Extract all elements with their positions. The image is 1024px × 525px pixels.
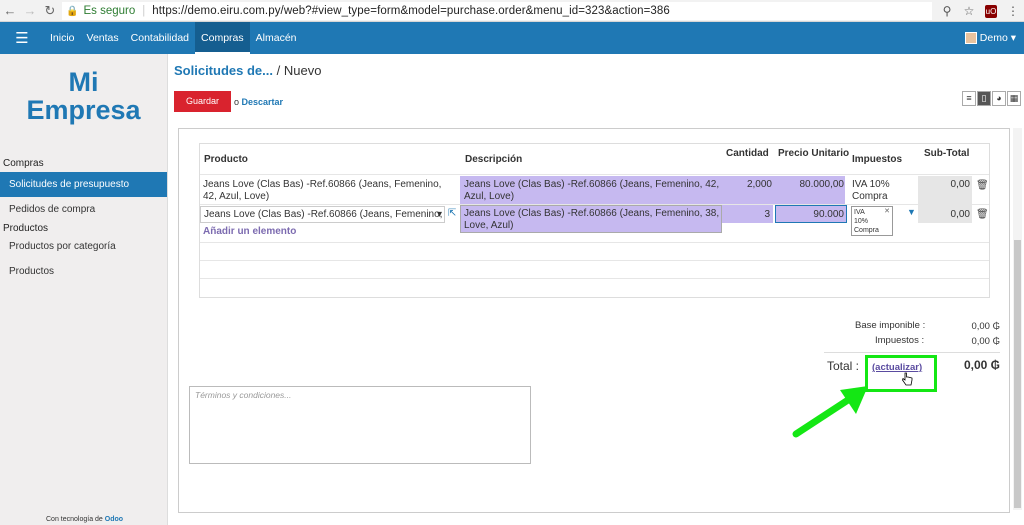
sidebar-item-productos[interactable]: Productos	[0, 259, 167, 284]
col-descripcion[interactable]: Descripción	[465, 154, 522, 165]
powered-brand[interactable]: Odoo	[105, 516, 123, 523]
row2-quantity: 3	[764, 209, 770, 220]
add-item-link[interactable]: Añadir un elemento	[203, 226, 296, 237]
lock-icon: 🔒	[66, 5, 79, 17]
total-label: Total :	[827, 359, 860, 373]
row1-unit-price[interactable]: 80.000,00	[775, 179, 845, 191]
or-label: o	[234, 97, 240, 107]
star-icon[interactable]: ☆	[958, 4, 980, 18]
row2-product-caret-icon[interactable]: ▾	[437, 209, 442, 221]
browser-toolbar: ← → ↻ 🔒 Es seguro | https://demo.eiru.co…	[0, 0, 1024, 22]
empty-row-line	[200, 242, 989, 243]
sidebar-item-pedidos[interactable]: Pedidos de compra	[0, 197, 167, 222]
remove-tag-icon[interactable]: ✕	[884, 207, 890, 216]
powered-prefix: Con tecnología de	[46, 516, 103, 523]
secure-label: Es seguro	[83, 5, 136, 17]
base-label: Base imponible :	[855, 320, 926, 331]
tax-dropdown-caret-icon[interactable]: ▼	[907, 207, 916, 217]
tax-value: 0,00 ₲	[971, 336, 1000, 347]
total-value: 0,00 ₲	[963, 358, 1000, 372]
user-name: Demo	[979, 32, 1008, 44]
row1-product[interactable]: Jeans Love (Clas Bas) -Ref.60866 (Jeans,…	[203, 179, 458, 203]
sidebar-item-solicitudes[interactable]: Solicitudes de presupuesto	[0, 172, 167, 197]
row1-description[interactable]: Jeans Love (Clas Bas) -Ref.60866 (Jeans,…	[464, 179, 720, 203]
graph-view-icon[interactable]: ◕	[992, 91, 1006, 106]
breadcrumb: Solicitudes de... / Nuevo	[174, 63, 321, 78]
row2-subtotal: 0,00	[950, 209, 970, 220]
browser-actions: ⚲ ☆ uO ⋮	[936, 0, 1024, 22]
base-value: 0,00 ₲	[971, 321, 1000, 332]
totals-divider	[824, 352, 1000, 353]
tax-tag-line-3: Compra	[854, 227, 879, 234]
zoom-icon[interactable]: ⚲	[936, 4, 958, 18]
breadcrumb-current: Nuevo	[283, 63, 322, 78]
avatar	[964, 32, 977, 44]
row2-product-input[interactable]: Jeans Love (Clas Bas) -Ref.60866 (Jeans,…	[200, 206, 445, 223]
sidebar-section-productos: Productos	[3, 223, 49, 234]
external-link-icon[interactable]: ⇱	[448, 208, 456, 220]
menu-compras[interactable]: Compras	[195, 22, 250, 54]
scrollbar-thumb[interactable]	[1014, 240, 1021, 508]
breadcrumb-separator: /	[276, 63, 281, 78]
col-cantidad[interactable]: Cantidad	[726, 148, 769, 159]
row2-description: Jeans Love (Clas Bas) -Ref.60866 (Jeans,…	[464, 208, 720, 231]
annotation-arrow-icon	[792, 386, 868, 438]
sidebar-section-compras: Compras	[3, 158, 44, 169]
scrollbar[interactable]	[1013, 128, 1022, 510]
view-switcher: ≡ ▯ ◕ ▦	[962, 91, 1022, 106]
empty-row-line	[200, 278, 989, 279]
row1-subtotal: 0,00	[950, 179, 970, 190]
extension-icon[interactable]: uO	[985, 4, 997, 18]
url-separator: |	[142, 5, 146, 17]
col-subtotal[interactable]: Sub-Total	[924, 148, 969, 159]
logo-line-1: Mi	[68, 67, 99, 97]
discard-button[interactable]: Descartar	[242, 97, 284, 107]
hand-cursor-icon	[902, 372, 913, 386]
list-view-icon[interactable]: ≡	[962, 91, 976, 106]
tax-tag[interactable]: IVA 10% Compra ✕	[851, 206, 893, 236]
menu-ventas[interactable]: Ventas	[81, 22, 125, 54]
caret-down-icon: ▾	[1007, 32, 1016, 44]
user-menu[interactable]: Demo ▾	[964, 22, 1016, 54]
row2-product: Jeans Love (Clas Bas) -Ref.60866 (Jeans,…	[204, 209, 445, 220]
menu-inicio[interactable]: Inicio	[44, 22, 81, 54]
row1-quantity[interactable]: 2,000	[722, 179, 772, 191]
col-precio-unitario[interactable]: Precio Unitario	[778, 148, 849, 159]
tax-label: Impuestos :	[875, 335, 925, 346]
hamburger-icon[interactable]: ☰	[0, 29, 44, 47]
more-icon[interactable]: ⋮	[1002, 4, 1024, 18]
save-button[interactable]: Guardar	[174, 91, 231, 112]
forward-icon[interactable]: →	[20, 3, 40, 18]
url-text: https://demo.eiru.com.py/web?#view_type=…	[152, 5, 670, 17]
menu-almacen[interactable]: Almacén	[250, 22, 303, 54]
tax-tag-line-2: 10%	[854, 218, 869, 225]
col-impuestos[interactable]: Impuestos	[852, 154, 902, 165]
logo-line-2: Empresa	[26, 95, 141, 125]
calendar-view-icon[interactable]: ▦	[1007, 91, 1021, 106]
top-navbar: ☰ Inicio Ventas Contabilidad Compras Alm…	[0, 22, 1024, 54]
sidebar-item-productos-categoria[interactable]: Productos por categoría	[0, 234, 167, 259]
reload-icon[interactable]: ↻	[40, 3, 60, 19]
menu-contabilidad[interactable]: Contabilidad	[125, 22, 195, 54]
trash-icon[interactable]: 🗑	[976, 209, 989, 220]
company-logo: Mi Empresa	[0, 68, 167, 124]
header-divider	[200, 174, 989, 175]
terms-textarea[interactable]: Términos y condiciones...	[189, 386, 531, 464]
discard-area: o Descartar	[234, 97, 283, 107]
form-view-icon[interactable]: ▯	[977, 91, 991, 106]
trash-icon[interactable]: 🗑	[976, 180, 989, 191]
row2-unit-price: 90.000	[813, 209, 844, 220]
col-producto[interactable]: Producto	[204, 154, 248, 165]
empty-row-line	[200, 260, 989, 261]
sidebar: Mi Empresa Compras Solicitudes de presup…	[0, 54, 168, 525]
breadcrumb-link[interactable]: Solicitudes de...	[174, 63, 273, 78]
address-bar[interactable]: 🔒 Es seguro | https://demo.eiru.com.py/w…	[62, 2, 932, 20]
row1-taxes[interactable]: IVA 10% Compra	[852, 179, 912, 203]
back-icon[interactable]: ←	[0, 3, 20, 18]
powered-by: Con tecnología de Odoo	[46, 516, 123, 523]
